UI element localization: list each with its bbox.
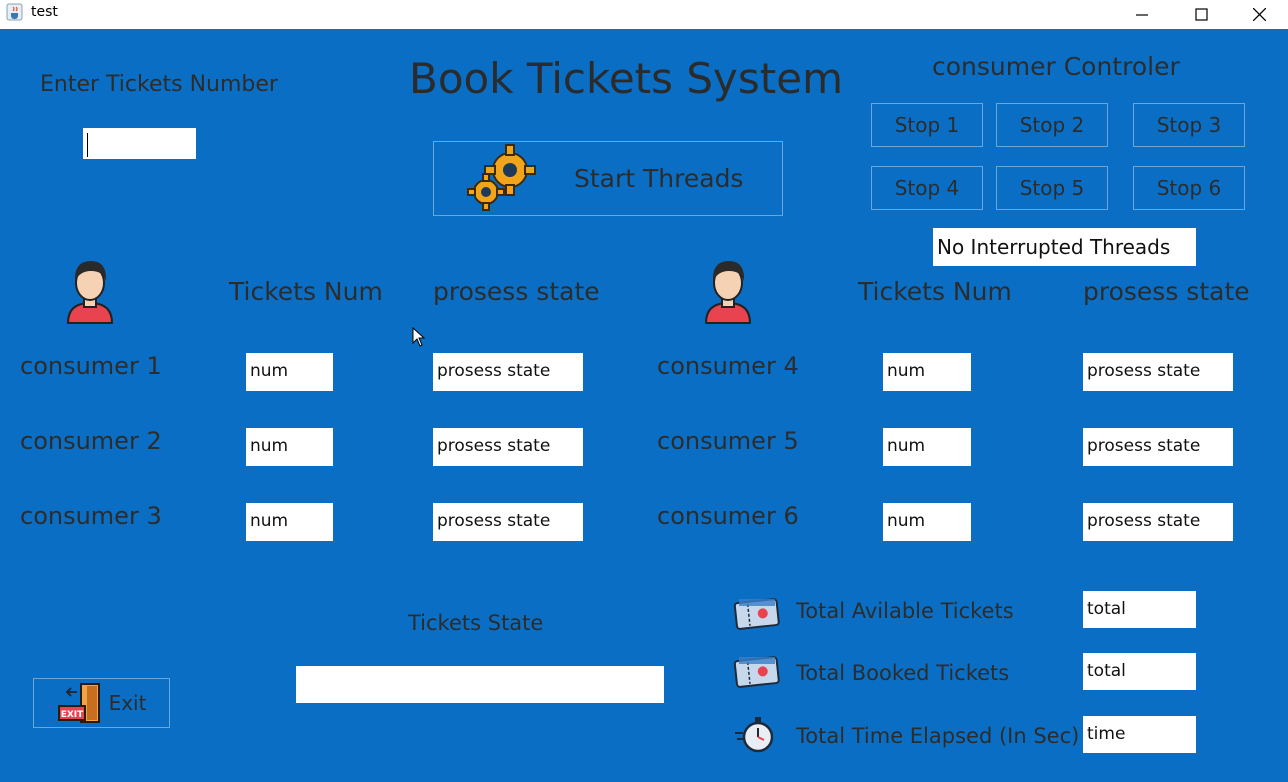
consumer-2-num-field[interactable]: num: [246, 428, 333, 466]
exit-door-icon: EXIT: [57, 683, 100, 723]
start-threads-label: Start Threads: [574, 164, 744, 193]
booked-tickets-label: Total Booked Tickets: [796, 661, 1010, 685]
consumer-6-label: consumer 6: [657, 502, 799, 530]
tickets-num-header: Tickets Num: [858, 277, 1012, 306]
consumer-6-num-field[interactable]: num: [883, 503, 971, 541]
minimize-button[interactable]: [1113, 0, 1171, 29]
tickets-num-header: Tickets Num: [229, 277, 383, 306]
consumer-4-label: consumer 4: [657, 352, 799, 380]
user-avatar-icon: [66, 261, 114, 324]
main-panel: Enter Tickets Number Book Tickets System…: [0, 29, 1288, 782]
stop-6-button[interactable]: Stop 6: [1133, 166, 1245, 210]
stop-2-button[interactable]: Stop 2: [996, 103, 1108, 147]
tickets-number-input[interactable]: [83, 128, 196, 159]
time-elapsed-field: time: [1083, 716, 1196, 753]
mouse-cursor-icon: [412, 327, 426, 347]
tickets-state-label: Tickets State: [408, 611, 544, 635]
user-avatar-icon: [704, 261, 752, 324]
consumer-3-label: consumer 3: [20, 502, 162, 530]
start-threads-button[interactable]: Start Threads: [433, 141, 783, 216]
close-icon: [1252, 8, 1266, 21]
exit-sign-text: EXIT: [60, 710, 83, 720]
consumer-4-state-field[interactable]: prosess state: [1083, 353, 1233, 391]
stopwatch-icon: [735, 717, 774, 753]
window-titlebar: test: [0, 0, 1288, 29]
consumer-6-state-field[interactable]: prosess state: [1083, 503, 1233, 541]
stop-5-button[interactable]: Stop 5: [996, 166, 1108, 210]
close-button[interactable]: [1230, 0, 1288, 29]
consumer-5-state-field[interactable]: prosess state: [1083, 428, 1233, 466]
gears-icon: [467, 143, 536, 211]
consumer-4-num-field[interactable]: num: [883, 353, 971, 391]
available-tickets-label: Total Avilable Tickets: [796, 599, 1014, 623]
consumer-5-label: consumer 5: [657, 427, 799, 455]
consumer-1-state-field[interactable]: prosess state: [433, 353, 583, 391]
interrupt-status-field: No Interrupted Threads: [933, 228, 1196, 266]
maximize-button[interactable]: [1172, 0, 1230, 29]
process-state-header: prosess state: [1083, 277, 1250, 306]
ticket-icon: [733, 598, 780, 630]
minimize-icon: [1136, 13, 1148, 16]
stop-4-button[interactable]: Stop 4: [871, 166, 983, 210]
exit-button[interactable]: EXIT Exit: [33, 678, 170, 728]
process-state-header: prosess state: [433, 277, 600, 306]
consumer-5-num-field[interactable]: num: [883, 428, 971, 466]
booked-tickets-field: total: [1083, 653, 1196, 690]
exit-label: Exit: [108, 691, 147, 715]
consumer-2-state-field[interactable]: prosess state: [433, 428, 583, 466]
consumer-1-num-field[interactable]: num: [246, 353, 333, 391]
available-tickets-field: total: [1083, 591, 1196, 628]
maximize-icon: [1194, 8, 1208, 21]
controller-title: consumer Controler: [932, 52, 1180, 81]
consumer-3-state-field[interactable]: prosess state: [433, 503, 583, 541]
ticket-icon: [733, 656, 780, 688]
page-title: Book Tickets System: [409, 54, 843, 103]
time-elapsed-label: Total Time Elapsed (In Sec): [796, 724, 1080, 748]
stop-1-button[interactable]: Stop 1: [871, 103, 983, 147]
consumer-3-num-field[interactable]: num: [246, 503, 333, 541]
tickets-state-field[interactable]: [296, 666, 664, 703]
consumer-1-label: consumer 1: [20, 352, 162, 380]
java-cup-icon: [6, 3, 23, 21]
text-caret: [87, 133, 88, 157]
consumer-2-label: consumer 2: [20, 427, 162, 455]
window-title: test: [31, 4, 58, 20]
enter-tickets-label: Enter Tickets Number: [40, 72, 278, 97]
stop-3-button[interactable]: Stop 3: [1133, 103, 1245, 147]
